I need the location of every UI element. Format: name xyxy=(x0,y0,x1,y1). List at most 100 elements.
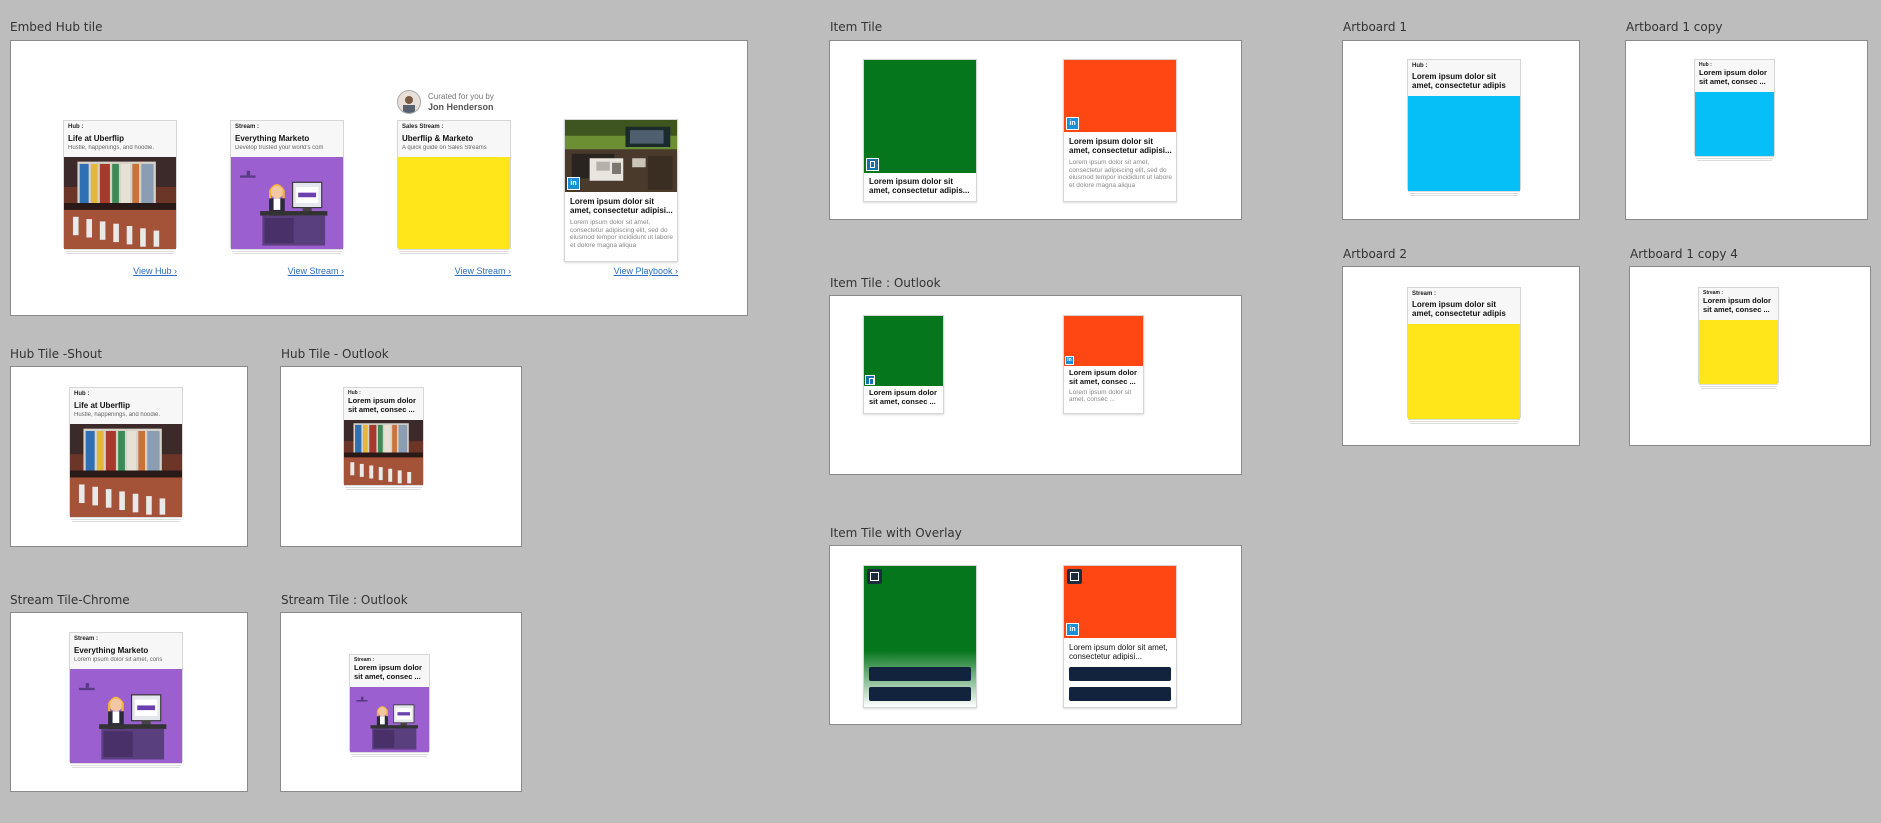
item-tile-green-overlay[interactable] xyxy=(863,565,977,708)
artboard-label-artboard-1-copy-4[interactable]: Artboard 1 copy 4 xyxy=(1630,247,1738,261)
overlay-badge-icon xyxy=(867,569,882,584)
card-description: Lorem ipsum dolor sit amet, consectetur … xyxy=(570,218,673,249)
tile-title: Life at Uberflip xyxy=(74,401,131,410)
tile-title: Lorem ipsum dolor sit amet, consec ... xyxy=(1699,69,1767,86)
tile-kicker: Hub : xyxy=(1412,63,1428,69)
artboard-label-item-tile[interactable]: Item Tile xyxy=(830,20,882,34)
stream-tile-outlook[interactable]: Stream : Lorem ipsum dolor sit amet, con… xyxy=(349,654,430,752)
orange-media xyxy=(1064,316,1143,366)
stream-tile-yellow-outlook[interactable]: Stream : Lorem ipsum dolor sit amet, con… xyxy=(1698,287,1779,384)
card-title: Lorem ipsum dolor sit amet, consec ... xyxy=(1069,369,1137,386)
hub-tile[interactable]: Hub : Life at Uberflip Hustle, happening… xyxy=(63,120,177,249)
item-tile-green[interactable]: Lorem ipsum dolor sit amet, consectetur … xyxy=(863,59,977,202)
stream-tile[interactable]: Stream : Everything Marketo Develop trus… xyxy=(230,120,344,249)
cyan-media xyxy=(1695,92,1774,156)
overlay-button-secondary[interactable] xyxy=(869,687,971,701)
green-media xyxy=(864,60,976,173)
view-sales-stream-link[interactable]: View Stream › xyxy=(421,266,511,276)
linkedin-icon: in xyxy=(1065,356,1074,365)
tile-title: Lorem ipsum dolor sit amet, consectetur … xyxy=(1412,72,1506,91)
stream-tile[interactable]: Stream : Everything Marketo Lorem ipsum … xyxy=(69,632,183,763)
tile-kicker: Hub : xyxy=(348,390,361,396)
playbook-item-tile[interactable]: in Lorem ipsum dolor sit amet, consectet… xyxy=(564,119,678,262)
tile-title: Life at Uberflip xyxy=(68,134,125,143)
artboard-2: Stream : Lorem ipsum dolor sit amet, con… xyxy=(1342,266,1580,446)
overlay-button-primary[interactable] xyxy=(869,667,971,681)
artboard-item-tile-overlay: in Lorem ipsum dolor sit amet, consectet… xyxy=(829,545,1242,725)
tile-kicker: Stream : xyxy=(1412,291,1437,297)
hub-photo xyxy=(64,157,176,249)
linkedin-icon: in xyxy=(1066,117,1079,130)
sales-stream-tile[interactable]: Sales Stream : Uberflip & Marketo A quic… xyxy=(397,120,511,249)
tile-title: Everything Marketo xyxy=(74,646,149,655)
curated-by-label: Curated for you by xyxy=(428,92,494,101)
orange-media xyxy=(1064,60,1176,132)
tile-kicker: Stream : xyxy=(74,636,99,642)
artboard-stream-tile-outlook: Stream : Lorem ipsum dolor sit amet, con… xyxy=(280,612,522,792)
tile-kicker: Hub : xyxy=(1699,62,1712,68)
artboard-label-hub-tile-outlook[interactable]: Hub Tile - Outlook xyxy=(281,347,389,361)
hub-photo xyxy=(70,424,182,517)
tile-title: Lorem ipsum dolor sit amet, consec ... xyxy=(348,397,416,414)
tile-subtitle: Hustle, happenings, and hoodie. xyxy=(74,412,161,418)
hub-tile-cyan-outlook[interactable]: Hub : Lorem ipsum dolor sit amet, consec… xyxy=(1694,59,1775,156)
overlay-button-primary[interactable] xyxy=(1069,667,1171,681)
hub-tile-outlook[interactable]: Hub : Lorem ipsum dolor sit amet, consec… xyxy=(343,387,424,485)
artboard-label-item-tile-outlook[interactable]: Item Tile : Outlook xyxy=(830,276,941,290)
card-title: Lorem ipsum dolor sit amet, consectetur … xyxy=(869,177,970,196)
artboard-label-stream-tile-chrome[interactable]: Stream Tile-Chrome xyxy=(10,593,130,607)
artboard-label-embed-hub-tile[interactable]: Embed Hub tile xyxy=(10,20,103,34)
tile-kicker: Hub : xyxy=(68,124,84,130)
hub-tile[interactable]: Hub : Life at Uberflip Hustle, happening… xyxy=(69,387,183,517)
card-title: Lorem ipsum dolor sit amet, consectetur … xyxy=(1069,643,1168,662)
tile-kicker: Stream : xyxy=(1703,290,1724,296)
tile-kicker: Stream : xyxy=(235,124,260,130)
tile-title: Everything Marketo xyxy=(235,134,310,143)
linkedin-icon: in xyxy=(1066,623,1079,636)
card-title: Lorem ipsum dolor sit amet, consectetur … xyxy=(570,197,673,216)
tile-title: Lorem ipsum dolor sit amet, consec ... xyxy=(1703,297,1771,314)
artboard-hub-tile-shout: Hub : Life at Uberflip Hustle, happening… xyxy=(10,366,248,547)
marketo-illustration xyxy=(70,669,182,763)
curator-avatar xyxy=(397,90,421,114)
item-tile-orange-overlay[interactable]: in Lorem ipsum dolor sit amet, consectet… xyxy=(1063,565,1177,708)
artboard-1-copy: Hub : Lorem ipsum dolor sit amet, consec… xyxy=(1625,40,1868,220)
green-media xyxy=(864,316,943,386)
artboard-label-stream-tile-outlook[interactable]: Stream Tile : Outlook xyxy=(281,593,408,607)
hub-tile-cyan[interactable]: Hub : Lorem ipsum dolor sit amet, consec… xyxy=(1407,59,1521,191)
overlay-button-secondary[interactable] xyxy=(1069,687,1171,701)
artboard-label-artboard-1-copy[interactable]: Artboard 1 copy xyxy=(1626,20,1722,34)
stream-tile-yellow[interactable]: Stream : Lorem ipsum dolor sit amet, con… xyxy=(1407,287,1521,419)
item-tile-orange-outlook[interactable]: in Lorem ipsum dolor sit amet, consec ..… xyxy=(1063,315,1144,414)
artboard-label-artboard-2[interactable]: Artboard 2 xyxy=(1343,247,1407,261)
yellow-media xyxy=(1408,324,1520,419)
item-tile-orange[interactable]: in Lorem ipsum dolor sit amet, consectet… xyxy=(1063,59,1177,202)
curator-name: Jon Henderson xyxy=(428,102,494,112)
marketo-illustration xyxy=(231,157,343,249)
tile-subtitle: Develop trusted your world's com xyxy=(235,145,324,151)
tile-title: Lorem ipsum dolor sit amet, consectetur … xyxy=(1412,300,1506,319)
tile-kicker: Sales Stream : xyxy=(402,124,444,130)
yellow-media xyxy=(1699,320,1778,384)
view-hub-link[interactable]: View Hub › xyxy=(101,266,177,276)
card-description: Lorem ipsum dolor sit amet, consec ... xyxy=(1069,388,1132,404)
view-stream-link[interactable]: View Stream › xyxy=(255,266,344,276)
artboard-1: Hub : Lorem ipsum dolor sit amet, consec… xyxy=(1342,40,1580,220)
tile-subtitle: A quick guide on Sales Streams xyxy=(402,145,487,151)
card-description: Lorem ipsum dolor sit amet, consectetur … xyxy=(1069,158,1172,189)
item-tile-green-outlook[interactable]: Lorem ipsum dolor sit amet, consec ... xyxy=(863,315,944,414)
document-icon xyxy=(866,158,879,171)
artboard-item-tile: Lorem ipsum dolor sit amet, consectetur … xyxy=(829,40,1242,220)
tile-kicker: Hub : xyxy=(74,391,90,397)
overlay-badge-icon xyxy=(1067,569,1082,584)
view-playbook-link[interactable]: View Playbook › xyxy=(591,266,678,276)
hub-photo xyxy=(344,420,423,485)
marketo-illustration xyxy=(350,687,429,752)
artboard-label-hub-tile-shout[interactable]: Hub Tile -Shout xyxy=(10,347,102,361)
tile-subtitle: Hustle, happenings, and hoodie. xyxy=(68,145,155,151)
card-title: Lorem ipsum dolor sit amet, consectetur … xyxy=(1069,137,1172,156)
yellow-media xyxy=(398,157,510,249)
artboard-label-item-tile-overlay[interactable]: Item Tile with Overlay xyxy=(830,526,962,540)
artboard-label-artboard-1[interactable]: Artboard 1 xyxy=(1343,20,1407,34)
office-photo xyxy=(565,120,677,192)
